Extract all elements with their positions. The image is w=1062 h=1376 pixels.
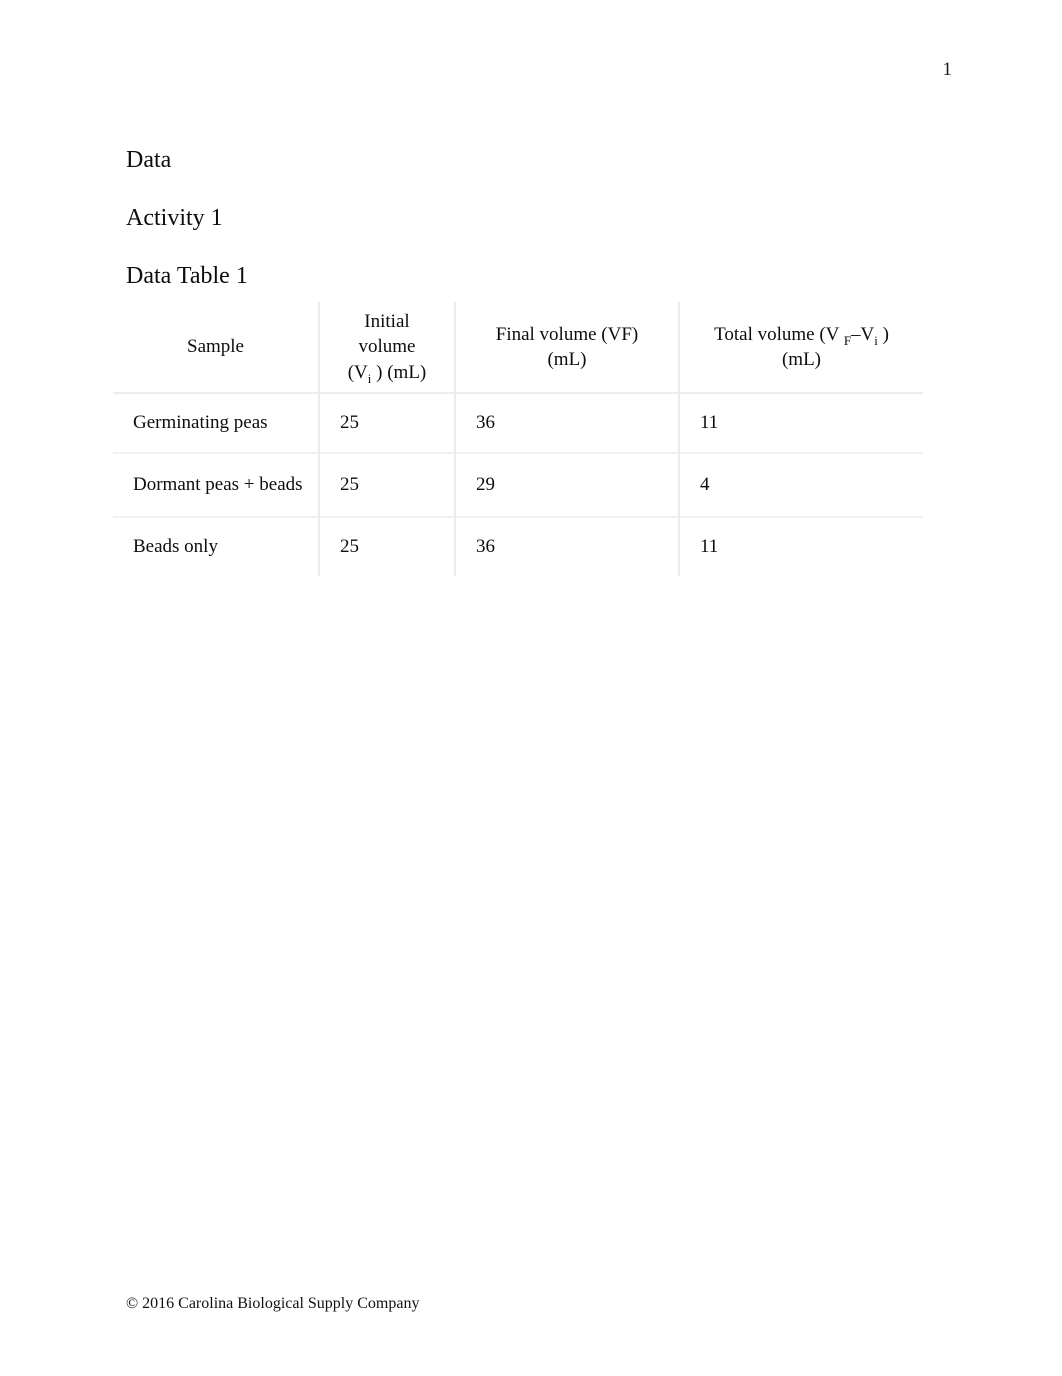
total-volume-line-1-prefix: Total volume (V <box>714 323 844 345</box>
cell-final-volume[interactable]: 36 <box>456 518 680 576</box>
total-volume-subscript-final: F <box>843 332 851 348</box>
table-row: Dormant peas + beads 25 29 4 <box>113 454 923 518</box>
column-header-sample-label: Sample <box>187 336 244 358</box>
document-page: 1 Data Activity 1 Data Table 1 Sample In… <box>0 0 1062 1376</box>
initial-volume-line-3-prefix: (V <box>347 361 368 383</box>
table-header-row: Sample Initial volume (Vi ) (mL) Final v… <box>113 302 923 394</box>
cell-final-volume[interactable]: 29 <box>456 454 680 518</box>
cell-total-volume[interactable]: 4 <box>680 454 923 518</box>
final-volume-line-2: (mL) <box>547 349 587 370</box>
total-volume-line-1-middle: –V <box>851 323 875 345</box>
cell-final-volume[interactable]: 36 <box>456 394 680 454</box>
cell-sample-name: Dormant peas + beads <box>113 454 320 518</box>
column-header-total-volume: Total volume (V F–Vi ) (mL) <box>680 302 923 394</box>
page-number: 1 <box>942 59 953 80</box>
column-header-sample: Sample <box>113 302 320 394</box>
table-row: Beads only 25 36 11 <box>113 518 923 576</box>
data-table-1-wrapper: Sample Initial volume (Vi ) (mL) Final v… <box>113 302 923 576</box>
document-content: Data Activity 1 Data Table 1 <box>126 146 946 314</box>
cell-total-volume[interactable]: 11 <box>680 518 923 576</box>
cell-total-volume[interactable]: 11 <box>680 394 923 454</box>
cell-initial-volume[interactable]: 25 <box>320 454 456 518</box>
section-heading-data-table: Data Table 1 <box>126 262 248 289</box>
data-table-1: Sample Initial volume (Vi ) (mL) Final v… <box>113 302 923 576</box>
final-volume-line-1: Final volume (VF) <box>495 323 639 345</box>
column-header-initial-volume: Initial volume (Vi ) (mL) <box>320 302 456 394</box>
cell-initial-volume[interactable]: 25 <box>320 394 456 454</box>
column-header-final-volume: Final volume (VF) (mL) <box>456 302 680 394</box>
initial-volume-line-2: volume <box>358 336 416 358</box>
total-volume-line-2: (mL) <box>781 349 822 370</box>
initial-volume-line-3-suffix: ) (mL) <box>371 361 427 383</box>
footer-copyright: © 2016 Carolina Biological Supply Compan… <box>126 1295 420 1312</box>
table-row: Germinating peas 25 36 11 <box>113 394 923 454</box>
table-header: Sample Initial volume (Vi ) (mL) Final v… <box>113 302 923 394</box>
section-heading-activity: Activity 1 <box>126 205 223 232</box>
cell-initial-volume[interactable]: 25 <box>320 518 456 576</box>
table-body: Germinating peas 25 36 11 Dormant peas +… <box>113 394 923 576</box>
cell-sample-name: Germinating peas <box>113 394 320 454</box>
initial-volume-line-1: Initial <box>364 311 410 333</box>
section-heading-data: Data <box>126 147 172 173</box>
total-volume-line-1-suffix: ) <box>877 323 889 345</box>
cell-sample-name: Beads only <box>113 518 320 576</box>
